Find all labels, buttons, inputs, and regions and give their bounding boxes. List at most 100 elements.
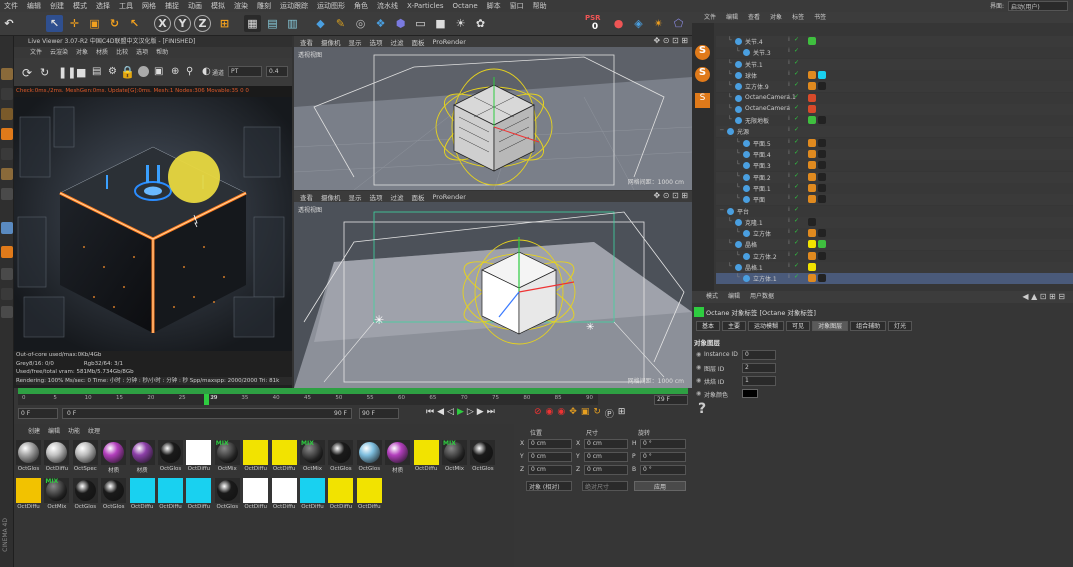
material-swatch[interactable]: MIX	[300, 440, 325, 465]
object-tag-icon[interactable]	[818, 195, 826, 204]
viewport-bottom-nav-icon[interactable]: ✥ ⊙ ⊡ ⊞	[654, 191, 688, 200]
attr-field-input[interactable]: 0	[742, 350, 776, 360]
material-swatch[interactable]	[385, 440, 411, 465]
help-icon[interactable]: ?	[698, 401, 706, 417]
object-row[interactable]: ─ 平台 ⁞ ✓	[716, 205, 1073, 217]
object-tag-icon[interactable]	[808, 70, 816, 79]
visibility-dots-icon[interactable]: ⁞	[788, 183, 790, 190]
workplane-icon[interactable]: S	[695, 93, 710, 108]
side-tool-icon[interactable]	[1, 168, 13, 180]
enabled-check-icon[interactable]: ✓	[794, 251, 799, 258]
enabled-check-icon[interactable]: ✓	[794, 138, 799, 145]
menu-item[interactable]: 帮助	[533, 1, 547, 11]
attr-tab[interactable]: 主要	[722, 321, 747, 331]
restart-icon[interactable]: ↻	[40, 66, 49, 79]
side-tool-icon[interactable]	[1, 108, 13, 120]
start-frame-field[interactable]: 0 F	[18, 408, 58, 419]
field-radio-icon[interactable]: ◉	[696, 351, 701, 358]
play-icon[interactable]: ▶	[457, 407, 464, 417]
visibility-dots-icon[interactable]: ⁞	[788, 172, 790, 179]
object-row[interactable]: ─ 光源 ⁞ ✓	[716, 126, 1073, 138]
object-row[interactable]: └ 立方体.9 ⁞ ✓	[716, 81, 1073, 93]
viewport-bottom[interactable]: 查看 摄像机 显示 选项 过滤 面板 ProRender 透视视图 ✥ ⊙ ⊡ ⊞ ✳ ✳ …	[294, 191, 692, 388]
material-swatch[interactable]	[413, 440, 439, 465]
object-tag-icon[interactable]	[818, 172, 826, 181]
visibility-dots-icon[interactable]: ⁞	[788, 228, 790, 235]
key-position-icon[interactable]: ✥	[569, 407, 577, 420]
object-row[interactable]: └ 平面.5 ⁞ ✓	[716, 137, 1073, 149]
octane-live-icon[interactable]: ◈	[630, 15, 647, 32]
material-swatch[interactable]	[328, 440, 354, 465]
enabled-check-icon[interactable]: ✓	[794, 183, 799, 190]
current-frame-field[interactable]: 29 F	[654, 395, 688, 405]
enabled-check-icon[interactable]: ✓	[794, 206, 799, 213]
menu-item[interactable]: 选择	[96, 1, 110, 11]
viewport-top[interactable]: 查看 摄像机 显示 选项 过滤 面板 ProRender 透视视图 ✥ ⊙ ⊡ ⊞ 网格间距…	[294, 36, 692, 190]
visibility-dots-icon[interactable]: ⁞	[788, 239, 790, 246]
visibility-dots-icon[interactable]: ⁞	[788, 206, 790, 213]
enabled-check-icon[interactable]: ✓	[794, 172, 799, 179]
enabled-check-icon[interactable]: ✓	[794, 104, 799, 111]
object-row[interactable]: └ OctaneCamera.1 ⁞ ✓	[716, 92, 1073, 104]
octane-settings-icon[interactable]: ●	[610, 15, 627, 32]
object-tag-icon[interactable]	[808, 195, 816, 204]
material-swatch[interactable]	[214, 478, 240, 503]
attr-field-input[interactable]: 2	[742, 363, 776, 373]
coord-size-field[interactable]: 0 cm	[584, 465, 628, 475]
enabled-check-icon[interactable]: ✓	[794, 228, 799, 235]
object-tag-icon[interactable]	[808, 240, 816, 249]
pause-icon[interactable]: ❚❚	[58, 66, 76, 79]
object-tag-icon[interactable]	[818, 161, 826, 170]
rotate-tool-icon[interactable]: ↻	[106, 15, 123, 32]
menu-item[interactable]: 捕捉	[165, 1, 179, 11]
field-radio-icon[interactable]: ◉	[696, 364, 701, 371]
render-image[interactable]	[14, 97, 292, 351]
object-tag-icon[interactable]	[818, 251, 826, 260]
side-tool-icon[interactable]	[1, 148, 13, 160]
next-key-icon[interactable]: ▶	[477, 407, 484, 417]
material-swatch[interactable]	[72, 478, 98, 503]
attr-menu-item[interactable]: 编辑	[728, 291, 740, 303]
scale-tool-icon[interactable]: ▣	[86, 15, 103, 32]
material-swatch[interactable]	[158, 478, 183, 503]
render-region-icon[interactable]: ▦	[244, 15, 261, 32]
object-row[interactable]: └ 立方体.2 ⁞ ✓	[716, 250, 1073, 262]
render-view-icon[interactable]: ▤	[264, 15, 281, 32]
object-row[interactable]: └ 克隆.1 ⁞ ✓	[716, 216, 1073, 228]
next-frame-icon[interactable]: ▷	[467, 407, 474, 417]
viewport-menu-item[interactable]: 选项	[370, 37, 383, 47]
visibility-dots-icon[interactable]: ⁞	[788, 36, 790, 43]
material-swatch[interactable]: MIX	[214, 440, 240, 465]
object-tag-icon[interactable]	[808, 93, 816, 102]
menu-item[interactable]: 工具	[119, 1, 133, 11]
object-tag-icon[interactable]	[808, 217, 816, 226]
scene-icon[interactable]: ▭	[412, 15, 429, 32]
select-arrow-icon[interactable]: ↖	[126, 15, 143, 32]
object-tag-icon[interactable]	[818, 138, 826, 147]
object-menu-item[interactable]: 对象	[770, 12, 782, 23]
object-row[interactable]: └ 晶格.1 ⁞ ✓	[716, 262, 1073, 273]
viewport-menu-item[interactable]: 查看	[300, 192, 313, 202]
visibility-dots-icon[interactable]: ⁞	[788, 115, 790, 122]
object-row[interactable]: └ 立方体.1 ⁞ ✓	[716, 273, 1073, 285]
material-swatch[interactable]	[186, 440, 212, 465]
attr-menu-item[interactable]: 用户数据	[750, 291, 774, 303]
viewport-menu-item[interactable]: ProRender	[433, 38, 466, 46]
viewport-menu-item[interactable]: 显示	[349, 192, 362, 202]
material-menu-item[interactable]: 功能	[68, 426, 80, 435]
material-ball-icon[interactable]	[138, 66, 149, 77]
attr-tab[interactable]: 组合辅助	[850, 321, 887, 331]
menu-item[interactable]: 文件	[4, 1, 18, 11]
object-tag-icon[interactable]	[808, 274, 816, 283]
viewport-menu-item[interactable]: 过滤	[391, 192, 404, 202]
material-menu-item[interactable]: 编辑	[48, 426, 60, 435]
visibility-dots-icon[interactable]: ⁞	[788, 104, 790, 111]
live-viewer-menu-item[interactable]: 选项	[136, 47, 148, 58]
y-axis-icon[interactable]: Y	[174, 15, 191, 32]
key-selection-icon[interactable]: ◉	[557, 407, 565, 420]
coord-position-field[interactable]: 0 cm	[528, 439, 572, 449]
object-tag-icon[interactable]	[818, 240, 826, 249]
material-swatch[interactable]	[300, 478, 325, 503]
object-tag-icon[interactable]	[808, 116, 816, 125]
prev-key-icon[interactable]: ◀	[437, 407, 444, 417]
